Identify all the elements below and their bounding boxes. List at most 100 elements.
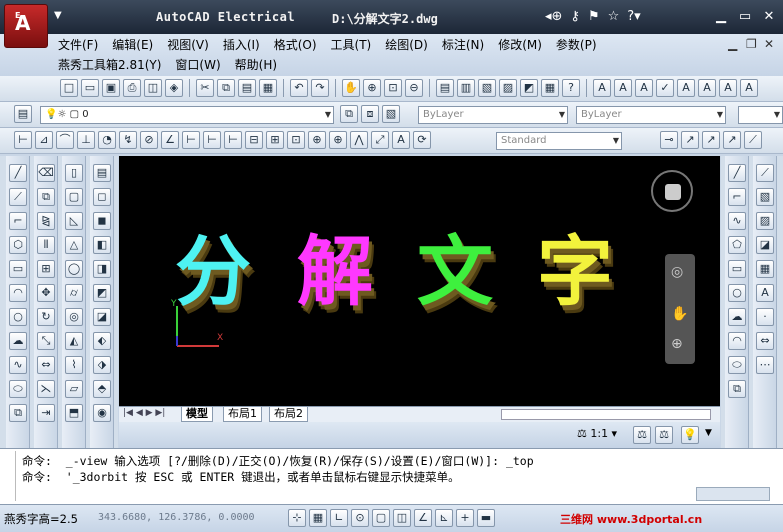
- multiline-text-icon[interactable]: A: [614, 79, 632, 97]
- insert-block-icon[interactable]: ⧉: [9, 404, 27, 422]
- justify-text-icon[interactable]: A: [698, 79, 716, 97]
- rotate-icon[interactable]: ↻: [37, 308, 55, 326]
- ellipse-icon[interactable]: ⬭: [9, 380, 27, 398]
- revcloud-icon[interactable]: ☁: [9, 332, 27, 350]
- undo-icon[interactable]: ↶: [290, 79, 308, 97]
- binoculars-icon[interactable]: ◂⊕: [545, 9, 562, 24]
- sw-iso-icon[interactable]: ⬖: [93, 332, 111, 350]
- planar-surface-icon[interactable]: ▱: [65, 380, 83, 398]
- menu-yanxiu-toolbox[interactable]: 燕秀工具箱2.81(Y): [58, 56, 161, 73]
- rectangle-icon[interactable]: ▭: [9, 260, 27, 278]
- box-icon[interactable]: ▢: [65, 188, 83, 206]
- bottom-view-icon[interactable]: ◼: [93, 212, 111, 230]
- point-right-icon[interactable]: ·: [756, 308, 774, 326]
- hatch-right-icon[interactable]: ▧: [756, 188, 774, 206]
- linetype-dropdown[interactable]: ByLayer: [576, 106, 726, 124]
- pan-hand-icon[interactable]: ✋: [671, 306, 688, 322]
- redo-icon[interactable]: ↷: [311, 79, 329, 97]
- mtext-right-icon[interactable]: A: [756, 284, 774, 302]
- extrude-icon[interactable]: ⬒: [65, 404, 83, 422]
- menu-tools[interactable]: 工具(T): [331, 36, 372, 53]
- annotation-scale[interactable]: ⚖ 1:1 ▾: [577, 427, 617, 440]
- 3d-osnap-icon[interactable]: ◫: [393, 509, 411, 527]
- baseline-icon[interactable]: ⊢: [203, 131, 221, 149]
- rect-right-icon[interactable]: ▭: [728, 260, 746, 278]
- block-right-icon[interactable]: ⧉: [728, 380, 746, 398]
- maximize-button[interactable]: ▭: [736, 8, 754, 26]
- named-views-icon[interactable]: ▤: [93, 164, 111, 182]
- drawing-viewport[interactable]: 分 解 文 字 Y X ◎ ✋ ⊕: [119, 156, 720, 406]
- ortho-mode-icon[interactable]: ∟: [330, 509, 348, 527]
- dynamic-input-icon[interactable]: +: [456, 509, 474, 527]
- snap-mode-icon[interactable]: ⊹: [288, 509, 306, 527]
- diameter-icon[interactable]: ⊘: [140, 131, 158, 149]
- communication-icon[interactable]: ⚑: [588, 9, 600, 24]
- circle-right-icon[interactable]: ○: [728, 284, 746, 302]
- mirror-icon[interactable]: ⧎: [37, 212, 55, 230]
- arc-length-icon[interactable]: ⌒: [56, 131, 74, 149]
- layer-states-icon[interactable]: ▧: [382, 105, 400, 123]
- key-icon[interactable]: ⚷: [570, 9, 580, 24]
- color-dropdown[interactable]: ByLayer: [418, 106, 568, 124]
- steering-wheel-icon[interactable]: ◎: [671, 264, 683, 280]
- center-mark-icon[interactable]: ⊕: [308, 131, 326, 149]
- lineweight-icon[interactable]: ▬: [477, 509, 495, 527]
- menu-edit[interactable]: 编辑(E): [112, 36, 153, 53]
- zoom-window-icon[interactable]: ⊡: [384, 79, 402, 97]
- menu-dimension[interactable]: 标注(N): [442, 36, 484, 53]
- object-snap-icon[interactable]: ▢: [372, 509, 390, 527]
- erase-icon[interactable]: ⌫: [37, 164, 55, 182]
- jogged-icon[interactable]: ↯: [119, 131, 137, 149]
- tab-nav-arrows[interactable]: |◀ ◀ ▶ ▶|: [123, 408, 165, 418]
- horizontal-scrollbar[interactable]: [501, 409, 711, 420]
- find-text-icon[interactable]: A: [635, 79, 653, 97]
- scale-icon[interactable]: ⤡: [37, 332, 55, 350]
- annotation-visibility-icon[interactable]: ⚖: [633, 426, 651, 444]
- viewcube[interactable]: [651, 170, 693, 212]
- dim-update-icon[interactable]: ⟳: [413, 131, 431, 149]
- line-icon[interactable]: ╱: [9, 164, 27, 182]
- navigation-bar[interactable]: ◎ ✋ ⊕: [665, 254, 695, 364]
- layer-manager-icon[interactable]: ▤: [14, 105, 32, 123]
- menu-file[interactable]: 文件(F): [58, 36, 98, 53]
- trim-icon[interactable]: ⋋: [37, 380, 55, 398]
- zoom-previous-icon[interactable]: ⊖: [405, 79, 423, 97]
- se-iso-icon[interactable]: ⬗: [93, 356, 111, 374]
- pan-icon[interactable]: ✋: [342, 79, 360, 97]
- grid-display-icon[interactable]: ▦: [309, 509, 327, 527]
- copy-icon[interactable]: ⧉: [217, 79, 235, 97]
- auto-scale-icon[interactable]: ⚖: [655, 426, 673, 444]
- menu-insert[interactable]: 插入(I): [223, 36, 260, 53]
- menu-window[interactable]: 窗口(W): [175, 56, 220, 73]
- layer-dropdown[interactable]: 💡☼ ▢ 0: [40, 106, 334, 124]
- doc-restore-button[interactable]: ❐: [746, 37, 757, 51]
- table-right-icon[interactable]: ▦: [756, 260, 774, 278]
- sphere-icon[interactable]: ◯: [65, 260, 83, 278]
- zoom-nav-icon[interactable]: ⊕: [671, 336, 683, 352]
- cloud-right-icon[interactable]: ☁: [728, 308, 746, 326]
- command-scrollbar[interactable]: [696, 487, 770, 501]
- array-icon[interactable]: ⊞: [37, 260, 55, 278]
- move-icon[interactable]: ✥: [37, 284, 55, 302]
- paste-icon[interactable]: ▤: [238, 79, 256, 97]
- dim-text-edit-icon[interactable]: A: [392, 131, 410, 149]
- ne-iso-icon[interactable]: ⬘: [93, 380, 111, 398]
- command-line[interactable]: 命令: _-view 输入选项 [?/删除(D)/正交(O)/恢复(R)/保存(…: [0, 448, 783, 504]
- dim-style-dropdown[interactable]: Standard: [496, 132, 622, 150]
- ordinate-icon[interactable]: ⊥: [77, 131, 95, 149]
- make-current-layer-icon[interactable]: ⧉: [340, 105, 358, 123]
- ducs-icon[interactable]: ⊾: [435, 509, 453, 527]
- back-view-icon[interactable]: ◪: [93, 308, 111, 326]
- arc-right-icon[interactable]: ◠: [728, 332, 746, 350]
- quick-access-dropdown-icon[interactable]: ▼: [54, 10, 62, 21]
- quick-dim-icon[interactable]: ⊢: [182, 131, 200, 149]
- inspection-icon[interactable]: ⊕: [329, 131, 347, 149]
- circle-icon[interactable]: ○: [9, 308, 27, 326]
- cone-icon[interactable]: △: [65, 236, 83, 254]
- wedge-icon[interactable]: ◺: [65, 212, 83, 230]
- tab-layout2[interactable]: 布局2: [269, 407, 308, 422]
- publish-icon[interactable]: ◈: [165, 79, 183, 97]
- jogged-linear-icon[interactable]: ⋀: [350, 131, 368, 149]
- calculator-icon[interactable]: ▦: [541, 79, 559, 97]
- mleader-icon[interactable]: ↗: [702, 131, 720, 149]
